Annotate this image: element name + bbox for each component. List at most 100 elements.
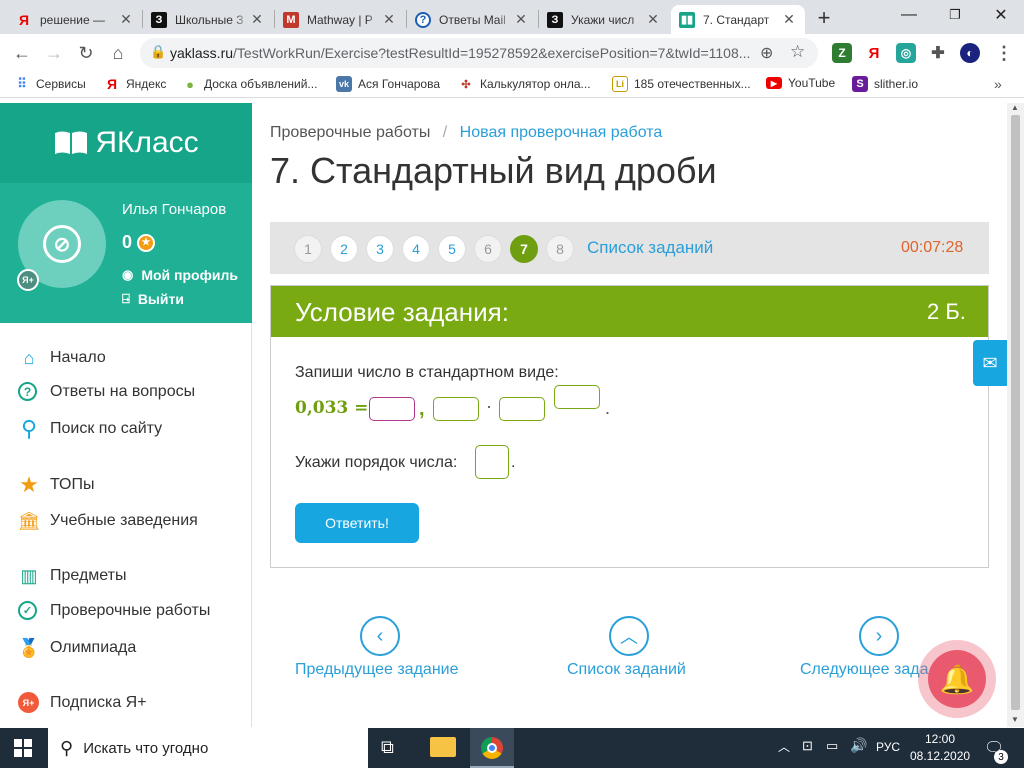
check-icon: ✓ (18, 601, 37, 620)
bookmark-item[interactable]: ▶ YouTube (766, 76, 835, 90)
close-icon[interactable]: ✕ (118, 11, 134, 28)
task-number-3[interactable]: 3 (366, 235, 394, 263)
browser-tab[interactable]: ? Ответы Mail ✕ (407, 5, 537, 34)
next-task-link[interactable]: Следующее зада (800, 661, 928, 679)
up-arrow-icon[interactable]: ︿ (609, 616, 649, 656)
bookmark-item[interactable]: vk Ася Гончарова (336, 76, 440, 92)
youtube-icon: ▶ (766, 77, 782, 89)
yandex-icon[interactable]: Я (864, 43, 884, 63)
restore-button[interactable]: ❐ (932, 0, 978, 30)
chrome-taskbar-button[interactable] (470, 728, 514, 768)
user-name[interactable]: Илья Гончаров (122, 201, 226, 218)
add-icon[interactable]: ⊕ (760, 43, 773, 63)
breadcrumb-current[interactable]: Новая проверочная работа (460, 124, 663, 141)
close-window-button[interactable]: ✕ (978, 0, 1024, 30)
home-icon[interactable]: ⌂ (106, 41, 130, 65)
sidebar-item-olympiad[interactable]: 🏅 Олимпиада (18, 637, 136, 659)
user-icon: ◉ (122, 267, 134, 282)
minimize-button[interactable]: — (886, 0, 932, 30)
bookmark-item[interactable]: Li 185 отечественных... (612, 76, 751, 92)
back-icon[interactable]: ← (10, 41, 34, 65)
order-input[interactable] (475, 445, 509, 479)
prev-task-link[interactable]: Предыдущее задание (295, 661, 458, 679)
calc-icon: ✣ (461, 78, 471, 91)
sidebar-item-tops[interactable]: ★ ТОПы (18, 472, 94, 497)
close-icon[interactable]: ✕ (249, 11, 265, 28)
bookmark-item[interactable]: Я Яндекс (104, 76, 166, 92)
reload-icon[interactable]: ↻ (74, 41, 98, 65)
close-icon[interactable]: ✕ (381, 11, 397, 28)
bookmark-item[interactable]: ✣ Калькулятор онла... (458, 76, 590, 92)
browser-tab[interactable]: Я решение — ✕ (8, 5, 142, 34)
logout-link[interactable]: ⍈ Выйти (122, 291, 184, 307)
task-number-8[interactable]: 8 (546, 235, 574, 263)
mantissa-fraction-input[interactable] (433, 397, 479, 421)
network-icon[interactable]: ▭ (826, 738, 838, 754)
language-indicator[interactable]: РУС (876, 740, 900, 754)
exponent-input[interactable] (554, 385, 600, 409)
breadcrumb-root[interactable]: Проверочные работы (270, 124, 430, 141)
mantissa-integer-input[interactable] (369, 397, 415, 421)
sidebar-item-answers[interactable]: ? Ответы на вопросы (18, 382, 195, 401)
new-tab-button[interactable]: + (812, 5, 836, 30)
extension-icon[interactable]: Z (832, 43, 852, 63)
profile-avatar[interactable]: ◐ (960, 43, 980, 63)
taskbar-search[interactable]: ⚲ Искать что угодно (48, 728, 368, 768)
task-number-2[interactable]: 2 (330, 235, 358, 263)
scroll-thumb[interactable] (1011, 115, 1020, 710)
file-explorer-icon[interactable] (430, 737, 456, 757)
task-number-4[interactable]: 4 (402, 235, 430, 263)
sidebar-item-search[interactable]: ⚲ Поиск по сайту (18, 416, 162, 441)
address-bar[interactable]: 🔒 yaklass.ru/TestWorkRun/Exercise?testRe… (140, 38, 818, 68)
task-number-1[interactable]: 1 (294, 235, 322, 263)
bell-icon[interactable]: 🔔 (928, 650, 986, 708)
close-icon[interactable]: ✕ (513, 11, 529, 28)
task-number-7-current[interactable]: 7 (510, 235, 538, 263)
task-list-link[interactable]: Список заданий (587, 238, 713, 258)
scroll-up-icon[interactable]: ▲ (1011, 103, 1019, 112)
lock-icon: 🔒 (150, 44, 167, 59)
browser-tab-active[interactable]: ▮▮ 7. Стандарт ✕ (671, 5, 805, 34)
logo[interactable]: ЯКласс (0, 103, 252, 183)
menu-icon[interactable]: ⋮ (994, 43, 1014, 63)
windows-start-icon[interactable] (14, 739, 32, 762)
volume-icon[interactable]: 🔊 (850, 737, 867, 754)
puzzle-icon[interactable]: ✚ (928, 43, 948, 63)
task-number-6[interactable]: 6 (474, 235, 502, 263)
sidebar-item-home[interactable]: ⌂ Начало (18, 347, 106, 369)
user-profile-panel: ⊘ Я+ Илья Гончаров 0 ★ ◉ Мой профиль ⍈ Вый… (0, 183, 252, 323)
bookmark-item[interactable]: ⠿ Сервисы (14, 76, 85, 92)
mail-icon[interactable]: ✉ (973, 340, 1007, 386)
tray-chevron-icon[interactable]: ︿ (778, 738, 790, 755)
bookmark-item[interactable]: ● Доска объявлений... (182, 76, 317, 92)
bookmark-item[interactable]: Sslither.io (852, 76, 918, 92)
lit-icon: Li (612, 76, 628, 92)
bookmark-star-icon[interactable]: ☆ (790, 42, 805, 62)
vk-icon: vk (336, 76, 352, 92)
sidebar-item-schools[interactable]: 🏛 Учебные заведения (18, 510, 198, 532)
my-profile-link[interactable]: ◉ Мой профиль (122, 267, 238, 283)
browser-tab[interactable]: З Укажи числ ✕ (539, 5, 669, 34)
scrollbar[interactable]: ▲ ▼ (1007, 103, 1024, 727)
submit-button[interactable]: Ответить! (295, 503, 419, 543)
close-icon[interactable]: ✕ (781, 11, 797, 28)
windows-taskbar: ⚲ Искать что угодно ⧉ ︿ ⊡ ▭ 🔊 РУС 12:00 … (0, 728, 1024, 768)
forward-icon[interactable]: → (42, 41, 66, 65)
task-list-bottom-link[interactable]: Список заданий (567, 661, 686, 679)
browser-tab[interactable]: З Школьные З ✕ (143, 5, 273, 34)
task-number-5[interactable]: 5 (438, 235, 466, 263)
base-input[interactable] (499, 397, 545, 421)
sidebar-item-subjects[interactable]: ▥ Предметы (18, 565, 126, 587)
prev-arrow-icon[interactable]: ‹ (360, 616, 400, 656)
sidebar-item-subscription[interactable]: Я+ Подписка Я+ (18, 692, 147, 713)
more-bookmarks-icon[interactable]: » (994, 76, 1002, 92)
tray-icon[interactable]: ⊡ (802, 738, 813, 754)
close-icon[interactable]: ✕ (645, 11, 661, 28)
sidebar-item-tests[interactable]: ✓ Проверочные работы (18, 601, 210, 620)
scroll-down-icon[interactable]: ▼ (1011, 715, 1019, 724)
browser-tab[interactable]: M Mathway | Р ✕ (275, 5, 405, 34)
next-arrow-icon[interactable]: › (859, 616, 899, 656)
extension-icon[interactable]: ◎ (896, 43, 916, 63)
clock[interactable]: 12:00 08.12.2020 (910, 732, 970, 763)
task-view-icon[interactable]: ⧉ (381, 737, 394, 758)
